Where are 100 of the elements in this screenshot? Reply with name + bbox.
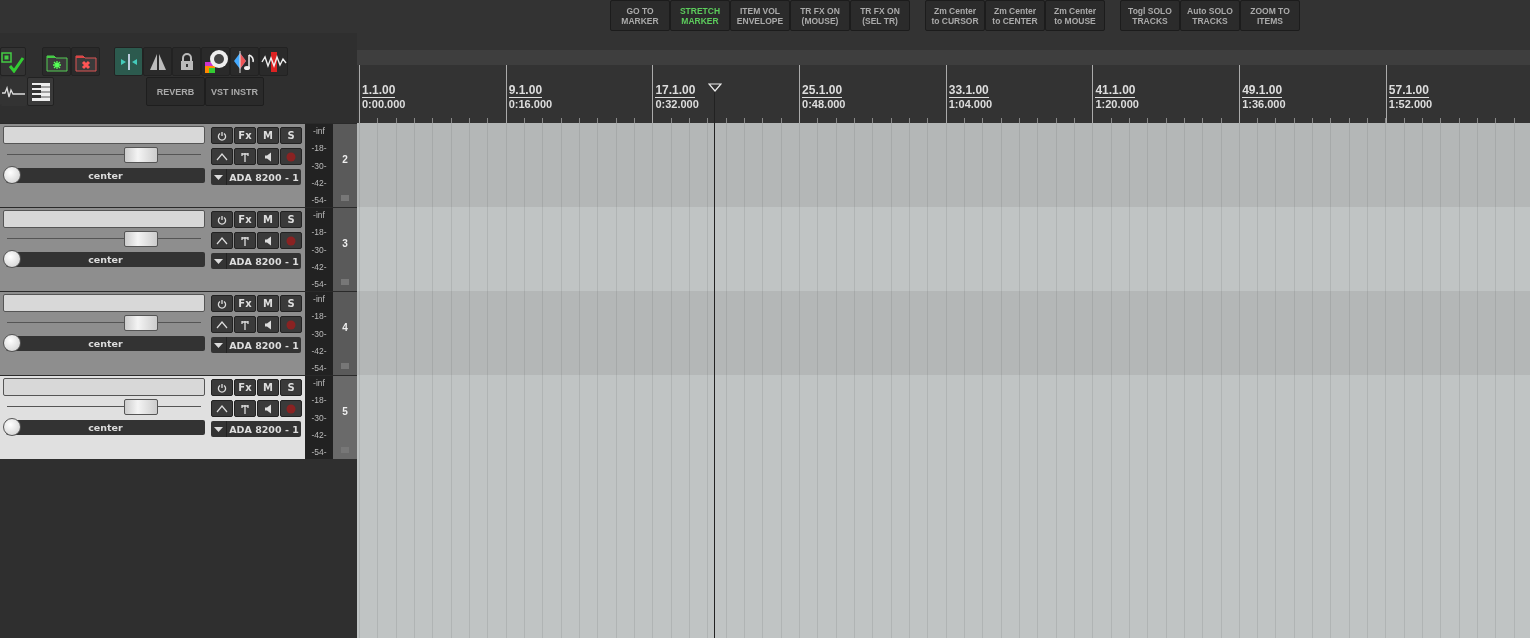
track-number: 3 <box>342 238 348 249</box>
toolbar-button[interactable]: ZOOM TO ITEMS <box>1240 0 1300 31</box>
bar-label: 57.1.00 <box>1388 84 1429 98</box>
toolbar-button[interactable]: Zm Center to CENTER <box>985 0 1045 31</box>
toolbar-button[interactable]: GO TO MARKER <box>610 0 670 31</box>
speaker-icon[interactable] <box>257 400 279 417</box>
volume-fader[interactable] <box>7 144 201 166</box>
power-icon[interactable] <box>211 127 233 144</box>
meter-scale-label: -30- <box>311 412 327 423</box>
toolbar-button[interactable]: Togl SOLO TRACKS <box>1120 0 1180 31</box>
meter-scale-label: -42- <box>311 429 327 440</box>
toolbar-button[interactable]: TR FX ON (SEL TR) <box>850 0 910 31</box>
input-label: ADA 8200 - 1 <box>228 255 300 267</box>
waveform-icon[interactable] <box>0 77 27 106</box>
toolbar-button[interactable]: Zm Center to CURSOR <box>925 0 985 31</box>
mute-button[interactable]: M <box>257 211 279 228</box>
meter-scale-label: -54- <box>311 195 327 205</box>
fx-toggle-button[interactable]: Fx <box>234 295 256 312</box>
pan-knob[interactable] <box>3 250 21 268</box>
toolbar-button[interactable]: ITEM VOL ENVELOPE <box>730 0 790 31</box>
meter-scale-label: -18- <box>311 311 327 322</box>
track-number: 4 <box>342 322 348 333</box>
lock-icon[interactable] <box>172 47 201 76</box>
input-selector[interactable]: ADA 8200 - 1 <box>211 169 301 185</box>
envelope-icon[interactable] <box>211 400 233 417</box>
fx-toggle-button[interactable]: Fx <box>234 127 256 144</box>
routing-icon[interactable] <box>234 400 256 417</box>
routing-icon[interactable] <box>234 232 256 249</box>
power-icon[interactable] <box>211 211 233 228</box>
meter-scale-label: -inf <box>313 378 325 388</box>
track-name-field[interactable] <box>3 126 205 144</box>
time-label: 1:20.000 <box>1095 98 1139 111</box>
routing-icon[interactable] <box>234 316 256 333</box>
mute-button[interactable]: M <box>257 295 279 312</box>
time-label: 1:52.000 <box>1388 98 1433 111</box>
speaker-icon[interactable] <box>257 148 279 165</box>
solo-button[interactable]: S <box>280 295 302 312</box>
volume-fader[interactable] <box>7 228 201 250</box>
check-icon[interactable] <box>0 47 26 76</box>
bar-label: 49.1.00 <box>1242 84 1283 98</box>
power-icon[interactable] <box>211 295 233 312</box>
meter-scale-label: -inf <box>313 210 325 220</box>
pan-knob[interactable] <box>3 166 21 184</box>
mute-button[interactable]: M <box>257 127 279 144</box>
time-label: 1:36.000 <box>1242 98 1286 111</box>
track-panel[interactable]: center Fx M S ADA 8200 - 1 <box>0 376 305 459</box>
track-panel[interactable]: center Fx M S ADA 8200 - 1 <box>0 292 305 375</box>
meter-scale-label: -inf <box>313 294 325 304</box>
track-name-field[interactable] <box>3 210 205 228</box>
routing-icon[interactable] <box>234 148 256 165</box>
solo-button[interactable]: S <box>280 379 302 396</box>
speaker-icon[interactable] <box>257 232 279 249</box>
meter-scale-label: -18- <box>311 227 327 238</box>
music-note-icon[interactable] <box>230 47 259 76</box>
pan-knob[interactable] <box>3 418 21 436</box>
folder-remove-icon[interactable] <box>71 47 100 76</box>
input-selector[interactable]: ADA 8200 - 1 <box>211 337 301 353</box>
ripple-edit-icon[interactable] <box>114 47 143 76</box>
pan-knob[interactable] <box>3 334 21 352</box>
time-label: 0:00.000 <box>362 98 406 111</box>
dropdown-icon <box>211 169 227 185</box>
volume-fader[interactable] <box>7 312 201 334</box>
envelope-icon[interactable] <box>211 316 233 333</box>
fx-button[interactable]: REVERB <box>146 77 205 106</box>
fx-toggle-button[interactable]: Fx <box>234 379 256 396</box>
bar-label: 33.1.00 <box>948 84 989 98</box>
fx-toggle-button[interactable]: Fx <box>234 211 256 228</box>
toolbar-button[interactable]: Auto SOLO TRACKS <box>1180 0 1240 31</box>
waveform-icon[interactable] <box>259 47 288 76</box>
meter-scale-label: -18- <box>311 143 327 154</box>
track-name-field[interactable] <box>3 294 205 312</box>
solo-button[interactable]: S <box>280 127 302 144</box>
solo-button[interactable]: S <box>280 211 302 228</box>
folder-add-icon[interactable] <box>42 47 71 76</box>
piano-keys-icon[interactable] <box>27 77 54 106</box>
speaker-icon[interactable] <box>257 316 279 333</box>
time-label: 0:32.000 <box>655 98 699 111</box>
meter-scale-label: -42- <box>311 261 327 272</box>
meter-scale-label: -30- <box>311 328 327 339</box>
track-panel[interactable]: center Fx M S ADA 8200 - 1 <box>0 124 305 207</box>
track-number: 5 <box>342 406 348 417</box>
envelope-icon[interactable] <box>211 232 233 249</box>
mute-button[interactable]: M <box>257 379 279 396</box>
track-name-field[interactable] <box>3 378 205 396</box>
fx-button[interactable]: VST INSTR <box>205 77 264 106</box>
time-label: 1:04.000 <box>948 98 993 111</box>
power-icon[interactable] <box>211 379 233 396</box>
sws-badge-icon[interactable] <box>201 47 230 76</box>
toolbar-button[interactable]: STRETCH MARKER <box>670 0 730 31</box>
toolbar-button[interactable]: TR FX ON (MOUSE) <box>790 0 850 31</box>
meter-scale-label: -30- <box>311 244 327 255</box>
envelope-icon[interactable] <box>211 148 233 165</box>
input-selector[interactable]: ADA 8200 - 1 <box>211 421 301 437</box>
volume-fader[interactable] <box>7 396 201 418</box>
playhead-marker[interactable] <box>708 83 722 92</box>
bar-label: 41.1.00 <box>1095 84 1136 98</box>
track-panel[interactable]: center Fx M S ADA 8200 - 1 <box>0 208 305 291</box>
input-selector[interactable]: ADA 8200 - 1 <box>211 253 301 269</box>
dropdown-icon <box>211 337 227 353</box>
toolbar-button[interactable]: Zm Center to MOUSE <box>1045 0 1105 31</box>
